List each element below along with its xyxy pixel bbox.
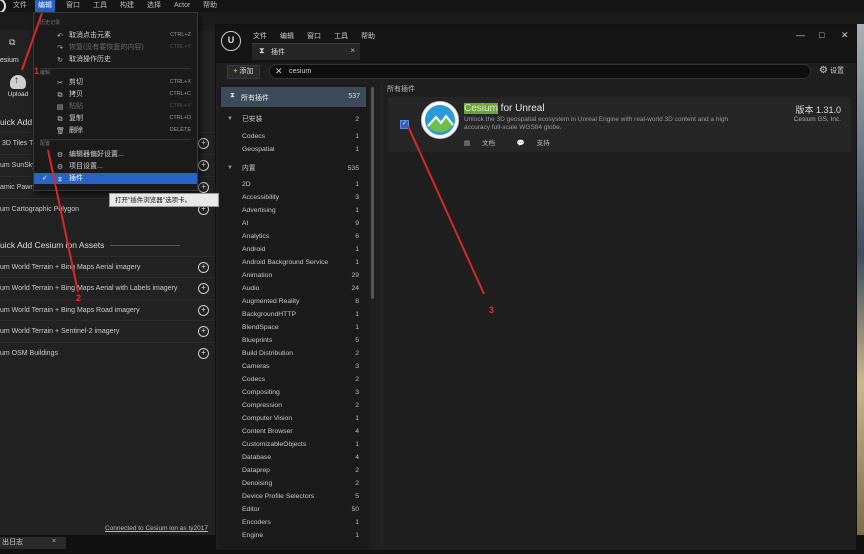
annotation-label-2: 2 (76, 293, 82, 303)
annotation-label-1: 1 (34, 66, 40, 76)
annotation-arrow-2 (47, 149, 79, 293)
annotation-label-3: 3 (489, 305, 495, 315)
annotation-arrow-1 (21, 12, 43, 71)
annotation-arrow-3 (407, 125, 485, 295)
annotation-overlay (21, 12, 485, 295)
